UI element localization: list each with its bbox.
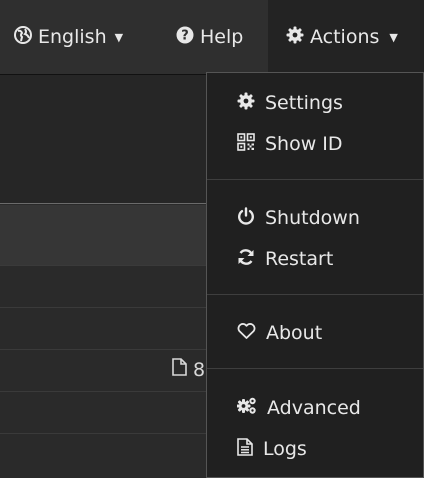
menu-item-label: Shutdown bbox=[265, 207, 360, 229]
qrcode-icon bbox=[237, 132, 255, 156]
cog-icon bbox=[286, 26, 304, 49]
cogs-icon bbox=[236, 397, 257, 420]
menu-item-label: Show ID bbox=[265, 133, 343, 155]
menu-item-label: Advanced bbox=[267, 397, 361, 419]
language-dropdown[interactable]: English ▼ bbox=[14, 0, 123, 74]
actions-dropdown-toggle[interactable]: Actions ▼ bbox=[268, 0, 424, 74]
file-size-value: 8 bbox=[193, 358, 206, 381]
actions-label: Actions bbox=[310, 26, 380, 48]
menu-item-label: About bbox=[266, 322, 323, 344]
svg-text:?: ? bbox=[181, 28, 189, 43]
help-link[interactable]: ? Help bbox=[176, 0, 243, 74]
file-icon bbox=[172, 358, 187, 381]
help-label: Help bbox=[200, 26, 244, 48]
menu-divider bbox=[207, 179, 423, 180]
menu-item-settings[interactable]: Settings bbox=[207, 83, 423, 123]
menu-item-label: Settings bbox=[265, 92, 343, 114]
caret-down-icon: ▼ bbox=[389, 30, 398, 44]
menu-divider bbox=[207, 294, 423, 295]
globe-icon bbox=[14, 25, 32, 49]
question-circle-icon: ? bbox=[176, 26, 194, 49]
menu-divider bbox=[207, 368, 423, 369]
menu-item-show-id[interactable]: Show ID bbox=[207, 124, 423, 164]
refresh-icon bbox=[237, 248, 255, 271]
menu-item-restart[interactable]: Restart bbox=[207, 239, 423, 279]
menu-item-advanced[interactable]: Advanced bbox=[207, 388, 423, 428]
heart-icon bbox=[237, 322, 256, 345]
menu-item-about[interactable]: About bbox=[207, 313, 423, 353]
actions-dropdown-menu: Settings Show ID Shutdown Restart About … bbox=[206, 72, 424, 478]
power-icon bbox=[237, 206, 255, 230]
cog-icon bbox=[237, 92, 255, 115]
menu-item-label: Logs bbox=[263, 438, 307, 460]
navbar: English ▼ ? Help Actions ▼ bbox=[0, 0, 424, 75]
menu-item-shutdown[interactable]: Shutdown bbox=[207, 198, 423, 238]
menu-item-logs[interactable]: Logs bbox=[207, 429, 423, 469]
table-cell: 8 bbox=[172, 358, 205, 381]
file-text-icon bbox=[237, 437, 253, 461]
language-label: English bbox=[38, 26, 107, 48]
menu-item-label: Restart bbox=[265, 248, 334, 270]
caret-down-icon: ▼ bbox=[114, 30, 124, 44]
